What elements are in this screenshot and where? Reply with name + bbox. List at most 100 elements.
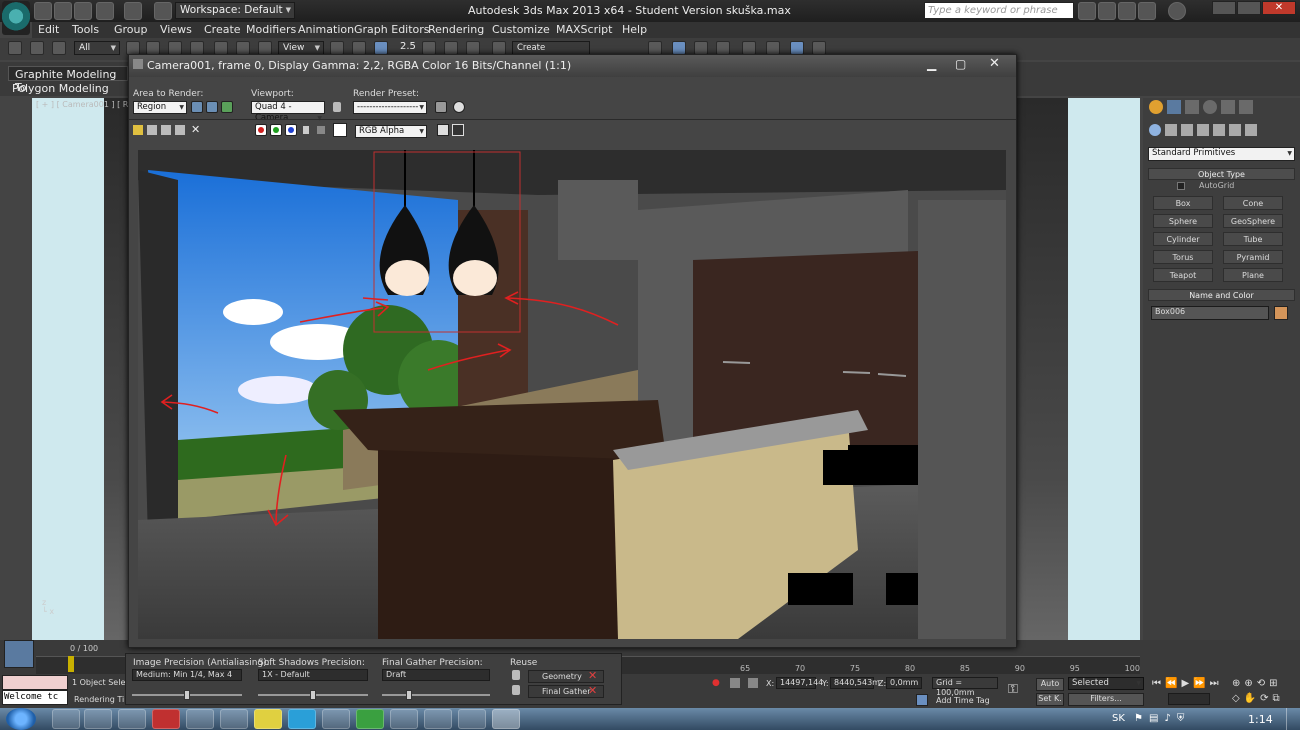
move-icon[interactable]: [214, 41, 228, 55]
go-to-start-icon[interactable]: ⏮: [1152, 678, 1161, 689]
unlink-icon[interactable]: [30, 41, 44, 55]
spinner-snap-icon[interactable]: [466, 41, 480, 55]
hierarchy-tab-icon[interactable]: [1185, 100, 1199, 114]
create-tab-icon[interactable]: [1149, 100, 1163, 114]
menu-graph-editors[interactable]: Graph Editors: [354, 23, 430, 36]
key-filter-dropdown[interactable]: Selected: [1068, 677, 1144, 690]
lock-selection-icon[interactable]: [730, 678, 740, 688]
motion-tab-icon[interactable]: [1203, 100, 1217, 114]
taskbar-notes-icon[interactable]: [254, 709, 282, 729]
search-input[interactable]: Type a keyword or phrase: [924, 2, 1074, 19]
teapot-button[interactable]: Teapot: [1153, 268, 1213, 282]
utilities-tab-icon[interactable]: [1239, 100, 1253, 114]
name-and-color-rollout[interactable]: Name and Color: [1148, 289, 1295, 301]
add-time-tag-button[interactable]: Add Time Tag: [936, 696, 990, 705]
maxscript-mini-listener[interactable]: Welcome tc: [2, 690, 68, 705]
help-icon[interactable]: [1168, 2, 1186, 20]
menu-tools[interactable]: Tools: [72, 23, 99, 36]
zoom-icon[interactable]: ⊕: [1232, 678, 1240, 689]
rectangular-selection-icon[interactable]: [168, 41, 182, 55]
menu-maxscript[interactable]: MAXScript: [556, 23, 612, 36]
cone-button[interactable]: Cone: [1223, 196, 1283, 210]
select-by-name-icon[interactable]: [146, 41, 160, 55]
taskbar-clock[interactable]: 1:14: [1248, 713, 1273, 726]
set-key-button[interactable]: Set K.: [1036, 693, 1064, 706]
helpers-icon[interactable]: [1213, 124, 1225, 136]
key-icon[interactable]: ⚿: [1008, 682, 1028, 697]
scale-icon[interactable]: [258, 41, 272, 55]
graphite-modeling-tab[interactable]: Graphite Modeling To: [8, 66, 128, 94]
go-to-end-icon[interactable]: ⏭: [1210, 678, 1219, 689]
red-channel-toggle[interactable]: [255, 124, 267, 136]
box-button[interactable]: Box: [1153, 196, 1213, 210]
rotate-icon[interactable]: [236, 41, 250, 55]
final-gather-knob[interactable]: [406, 690, 412, 700]
taskbar-ie-icon[interactable]: [52, 709, 80, 729]
print-image-icon[interactable]: [175, 125, 185, 135]
clear-final-gather-icon[interactable]: ✕: [588, 684, 597, 697]
zoom-extents-icon[interactable]: ⊞: [1269, 678, 1277, 689]
primitive-category-dropdown[interactable]: Standard Primitives: [1148, 147, 1295, 161]
viewport-label[interactable]: [ + ] [ Camera001 ] [ Re: [36, 100, 133, 109]
named-selection-set-dropdown[interactable]: Create Selection Se: [512, 41, 590, 66]
torus-button[interactable]: Torus: [1153, 250, 1213, 264]
time-tag-icon[interactable]: [916, 694, 928, 706]
polygon-modeling-panel[interactable]: Polygon Modeling: [12, 82, 109, 95]
menu-modifiers[interactable]: Modifiers: [246, 23, 296, 36]
plane-button[interactable]: Plane: [1223, 268, 1283, 282]
subscription-icon[interactable]: [1098, 2, 1116, 20]
previous-frame-icon[interactable]: ⏪: [1165, 678, 1177, 689]
lights-icon[interactable]: [1181, 124, 1193, 136]
redo-icon[interactable]: [124, 2, 142, 20]
undo-icon[interactable]: [96, 2, 114, 20]
key-filters-button[interactable]: Filters...: [1068, 693, 1144, 706]
soft-shadows-field[interactable]: 1X - Default: [258, 669, 368, 681]
object-color-swatch[interactable]: [1274, 306, 1288, 320]
edit-named-selection-icon[interactable]: [492, 41, 506, 55]
clear-image-icon[interactable]: ✕: [191, 123, 200, 136]
toggle-ui-overlay-icon[interactable]: [437, 124, 449, 136]
menu-rendering[interactable]: Rendering: [428, 23, 484, 36]
rendered-frame-window-icon[interactable]: [790, 41, 804, 55]
workspace-dropdown[interactable]: Workspace: Default: [175, 2, 295, 19]
window-crossing-icon[interactable]: [190, 41, 204, 55]
taskbar-photos-icon[interactable]: [424, 709, 452, 729]
menu-customize[interactable]: Customize: [492, 23, 550, 36]
snap-toggle[interactable]: 2.5: [400, 41, 416, 52]
viewport-dropdown[interactable]: Quad 4 - Camera: [251, 101, 325, 124]
binoculars-icon[interactable]: [1078, 2, 1096, 20]
zoom-all-icon[interactable]: ⊕: [1244, 678, 1252, 689]
area-to-render-dropdown[interactable]: Region: [133, 101, 187, 114]
render-setup-icon[interactable]: [766, 41, 780, 55]
shapes-icon[interactable]: [1165, 124, 1177, 136]
pin-icon[interactable]: ●: [712, 678, 722, 688]
open-file-icon[interactable]: [54, 2, 72, 20]
save-file-icon[interactable]: [74, 2, 92, 20]
menu-create[interactable]: Create: [204, 23, 241, 36]
pan-hand-icon[interactable]: ✋: [1244, 693, 1256, 704]
selection-filter-dropdown[interactable]: All: [74, 41, 120, 55]
save-image-icon[interactable]: [133, 125, 143, 135]
auto-region-icon[interactable]: [206, 101, 218, 113]
taskbar-app-icon[interactable]: [390, 709, 418, 729]
taskbar-explorer-icon[interactable]: [84, 709, 112, 729]
geometry-lock-icon[interactable]: [512, 670, 520, 680]
absolute-mode-icon[interactable]: [748, 678, 758, 688]
menu-views[interactable]: Views: [160, 23, 192, 36]
frame-window-maximize-button[interactable]: ▢: [955, 57, 966, 71]
clear-geometry-icon[interactable]: ✕: [588, 669, 597, 682]
tray-flag-icon[interactable]: ⚑: [1134, 713, 1143, 724]
schematic-view-icon[interactable]: [716, 41, 730, 55]
minimize-button[interactable]: [1212, 1, 1236, 15]
render-production-icon[interactable]: [812, 41, 826, 55]
maximize-button[interactable]: [1237, 1, 1261, 15]
menu-animation[interactable]: Animation: [298, 23, 354, 36]
taskbar-network-icon[interactable]: [322, 709, 350, 729]
taskbar-opera-icon[interactable]: [152, 709, 180, 729]
image-precision-knob[interactable]: [184, 690, 190, 700]
object-type-rollout[interactable]: Object Type: [1148, 168, 1295, 180]
toggle-ui-icon[interactable]: [452, 124, 464, 136]
environment-effects-icon[interactable]: [453, 101, 465, 113]
communication-icon[interactable]: [1118, 2, 1136, 20]
close-button[interactable]: ✕: [1262, 1, 1296, 15]
